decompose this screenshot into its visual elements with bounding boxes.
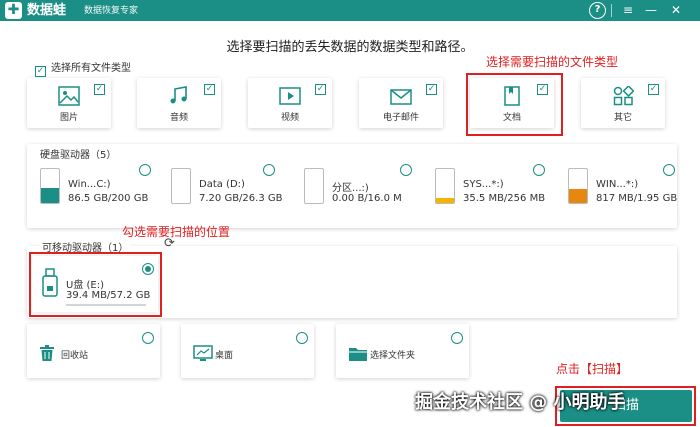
close-icon[interactable]: ✕ [667, 2, 685, 19]
drive-usage-fill [436, 198, 454, 203]
checkbox-icon[interactable]: ✓ [426, 84, 437, 95]
other-icon [613, 86, 634, 106]
location-recycle-bin[interactable]: 回收站 [27, 324, 160, 378]
annotation-scan: 点击【扫描】 [556, 362, 629, 376]
drive-icon [568, 168, 588, 204]
watermark: 掘金技术社区 @ 小明助手 [415, 392, 626, 413]
title-bar: ✚ 数据蛙 数据恢复专家 ? ≡ — ✕ [0, 0, 700, 21]
drive-name: WIN...*:) [596, 179, 639, 190]
location-label: 回收站 [61, 351, 89, 361]
drive-radio[interactable] [263, 164, 275, 176]
drive-radio[interactable] [533, 164, 545, 176]
annotation-location: 勾选需要扫描的位置 [122, 225, 231, 239]
location-radio[interactable] [451, 332, 463, 344]
app-name: 数据蛙 [27, 3, 67, 18]
annotation-box-file-type [466, 73, 563, 136]
location-radio[interactable] [142, 332, 154, 344]
file-type-audio[interactable]: ✓ 音频 [137, 78, 221, 128]
email-icon [390, 89, 412, 105]
drive-radio[interactable] [139, 164, 151, 176]
drive-item[interactable]: 分区...:) 0.00 B/16.0 M [294, 168, 419, 208]
title-bar-divider [611, 4, 612, 17]
file-type-other[interactable]: ✓ 其它 [581, 78, 665, 128]
picture-icon [58, 86, 80, 106]
folder-icon [349, 348, 367, 361]
drive-usage-fill [41, 188, 59, 203]
audio-icon [170, 86, 187, 104]
file-type-label: 图片 [59, 113, 78, 123]
location-select-folder[interactable]: 选择文件夹 [336, 324, 469, 378]
minimize-icon[interactable]: — [642, 2, 660, 19]
checkbox-icon[interactable]: ✓ [204, 84, 215, 95]
recycle-bin-icon [40, 345, 54, 361]
drive-radio[interactable] [400, 164, 412, 176]
drive-icon [40, 168, 60, 204]
app-logo-icon: ✚ [5, 2, 22, 19]
drive-name: Win...C:) [68, 179, 111, 190]
select-all-checkbox[interactable]: ✓ 选择所有文件类型 [35, 59, 131, 77]
drive-item[interactable]: Win...C:) 86.5 GB/200 GB [30, 168, 155, 208]
drive-size: 35.5 MB/256 MB [463, 193, 546, 204]
checkbox-icon[interactable]: ✓ [94, 84, 105, 95]
desktop-icon [193, 345, 213, 361]
drive-name: 分区...:) [332, 183, 369, 194]
app-subtitle: 数据恢复专家 [84, 6, 139, 16]
video-icon [279, 87, 301, 105]
file-type-label: 电子邮件 [382, 113, 419, 123]
drive-name: Data (D:) [199, 179, 245, 190]
drive-radio[interactable] [663, 164, 675, 176]
location-desktop[interactable]: 桌面 [181, 324, 314, 378]
drive-size: 86.5 GB/200 GB [68, 193, 149, 204]
select-all-check-icon[interactable]: ✓ [35, 66, 46, 77]
file-type-video[interactable]: ✓ 视频 [248, 78, 332, 128]
file-type-label: 音频 [169, 113, 188, 123]
checkbox-icon[interactable]: ✓ [648, 84, 659, 95]
location-label: 桌面 [215, 351, 234, 361]
drive-size: 0.00 B/16.0 M [332, 193, 402, 204]
drive-item[interactable]: SYS...*:) 35.5 MB/256 MB [425, 168, 550, 208]
hard-drives-title: 硬盘驱动器（5） [40, 150, 117, 161]
drive-name: SYS...*:) [463, 179, 504, 190]
drive-usage-fill [569, 188, 587, 203]
file-type-email[interactable]: ✓ 电子邮件 [359, 78, 443, 128]
select-all-label: 选择所有文件类型 [51, 63, 131, 74]
file-type-label: 视频 [280, 113, 299, 123]
drive-icon [435, 168, 455, 204]
drive-icon [304, 168, 324, 204]
location-label: 选择文件夹 [370, 351, 416, 361]
annotation-box-location [29, 252, 162, 317]
file-type-label: 其它 [613, 113, 632, 123]
drive-size: 817 MB/1.95 GB [596, 193, 678, 204]
drive-size: 7.20 GB/26.3 GB [199, 193, 283, 204]
checkbox-icon[interactable]: ✓ [315, 84, 326, 95]
file-type-picture[interactable]: ✓ 图片 [27, 78, 111, 128]
drive-icon [171, 168, 191, 204]
menu-icon[interactable]: ≡ [619, 2, 637, 19]
help-button[interactable]: ? [589, 2, 606, 19]
annotation-file-type: 选择需要扫描的文件类型 [486, 55, 619, 69]
location-radio[interactable] [296, 332, 308, 344]
